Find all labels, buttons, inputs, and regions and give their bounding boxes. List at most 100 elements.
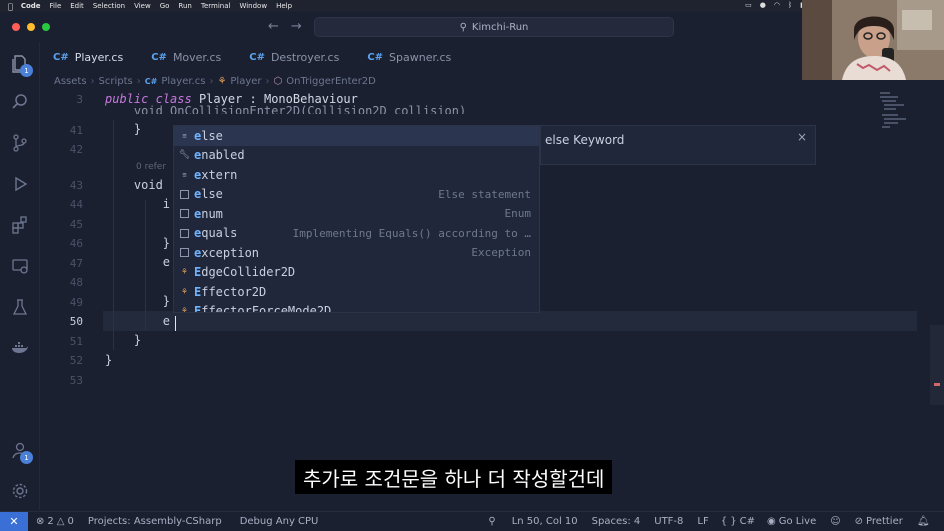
braces-icon: { } [720,516,737,527]
extensions-icon[interactable] [9,214,31,236]
suggest-item[interactable]: ⚘ EffectorForceMode2D [174,302,539,313]
indentation-indicator[interactable]: Spaces: 4 [592,516,641,527]
menu-app[interactable]: Code [21,2,41,10]
snippet-icon [178,227,191,240]
line-number: 44 [69,198,83,211]
tab-spawner[interactable]: C# Spawner.cs [355,44,467,70]
menu-window[interactable]: Window [239,2,267,10]
wrench-icon: 🔧︎ [178,150,191,161]
breadcrumb-item[interactable]: Scripts [99,76,133,87]
menu-view[interactable]: View [134,2,151,10]
gear-icon[interactable] [9,480,31,502]
menu-help[interactable]: Help [276,2,292,10]
suggest-item[interactable]: ≡ else [174,126,539,146]
suggest-item[interactable]: equals Implementing Equals() according t… [174,224,539,244]
codelens-references[interactable]: 0 refer [136,162,166,172]
close-window-button[interactable] [12,23,20,31]
menu-terminal[interactable]: Terminal [201,2,231,10]
tab-mover[interactable]: C# Mover.cs [139,44,237,70]
chevron-right-icon: › [90,75,95,87]
breadcrumb-item[interactable]: Player [230,76,261,87]
zoom-icon[interactable]: ⚲ [488,516,495,527]
language-label: C# [739,516,756,527]
vertical-scrollbar[interactable] [930,325,944,405]
bell-icon[interactable]: 🔔︎ [917,516,930,527]
code-line[interactable]: } [105,122,141,136]
cursor-position[interactable]: Ln 50, Col 10 [512,516,578,527]
prettier-button[interactable]: ⊘ Prettier [855,516,903,527]
suggest-label: Effector2D [194,285,266,299]
forward-arrow-icon[interactable]: → [291,19,302,34]
minimap[interactable] [878,90,918,150]
line-number: 48 [69,276,83,289]
minimap-line [880,92,890,94]
warning-count: 0 [67,516,74,527]
class-icon: ⚘ [217,75,227,87]
suggest-item[interactable]: enum Enum [174,204,539,224]
status-bar: ✕ ⊗ 2 △ 0 Projects: Assembly-CSharp Debu… [0,511,944,531]
encoding-indicator[interactable]: UTF-8 [654,516,683,527]
docker-icon[interactable] [9,337,31,359]
label-rest: quals [201,226,238,241]
label-rest: nabled [201,148,245,163]
minimize-window-button[interactable] [27,23,35,31]
remote-indicator-icon[interactable]: ✕ [0,511,28,531]
label-rest: ffectorForceMode2D [201,304,332,313]
suggest-item[interactable]: else Else statement [174,185,539,205]
screen-icon[interactable]: ▭ [745,1,752,9]
code-line[interactable]: e [105,255,170,269]
breadcrumb-item[interactable]: Assets [54,76,87,87]
chevron-right-icon: › [265,75,270,87]
code-line[interactable]: } [105,333,141,347]
apple-icon[interactable]:  [8,2,13,11]
code-line[interactable]: } [105,353,112,367]
go-live-button[interactable]: ◉ Go Live [767,516,816,527]
search-sidebar-icon[interactable] [9,91,31,113]
line-number: 45 [69,218,83,231]
command-center[interactable]: ⚲ Kimchi-Run [314,17,674,37]
tab-destroyer[interactable]: C# Destroyer.cs [237,44,355,70]
suggest-item[interactable]: ⚘ Effector2D [174,282,539,302]
source-control-icon[interactable] [9,132,31,154]
record-icon[interactable]: ● [760,1,766,9]
testing-icon[interactable] [9,296,31,318]
suggest-item[interactable]: exception Exception [174,243,539,263]
menu-edit[interactable]: Edit [70,2,84,10]
debug-config[interactable]: Debug Any CPU [240,516,319,527]
suggest-item[interactable]: ⚘ EdgeCollider2D [174,263,539,283]
code-line[interactable]: } [105,294,170,308]
menu-selection[interactable]: Selection [93,2,125,10]
tab-player[interactable]: C# Player.cs [41,44,140,70]
remote-explorer-icon[interactable] [9,255,31,277]
suggest-item[interactable]: ≡ extern [174,165,539,185]
close-icon[interactable]: × [797,130,807,144]
window-controls [12,23,50,31]
code-line[interactable]: i [105,197,170,211]
run-debug-icon[interactable] [9,173,31,195]
zoom-window-button[interactable] [42,23,50,31]
menu-go[interactable]: Go [160,2,170,10]
warning-icon: △ [56,516,65,527]
keyword-icon: ≡ [182,131,187,140]
code-line-current[interactable]: e [105,314,170,328]
problems-indicator[interactable]: ⊗ 2 △ 0 [36,516,74,527]
project-indicator[interactable]: Projects: Assembly-CSharp [88,516,222,527]
code-line[interactable]: void [105,178,163,192]
label-rest: xtern [201,167,238,182]
check-double-icon: ⊘ [854,516,864,527]
eol-indicator[interactable]: LF [697,516,708,527]
suggest-item[interactable]: 🔧︎ enabled [174,146,539,166]
line-number: 42 [69,143,83,156]
code-line[interactable]: void OnCollisionEnter2D(Collision2D coll… [105,104,466,114]
copilot-icon[interactable]: ☺ [830,516,840,527]
wifi-icon[interactable]: ◠ [774,1,780,9]
breadcrumb-item[interactable]: OnTriggerEnter2D [286,76,376,87]
menu-run[interactable]: Run [178,2,191,10]
back-arrow-icon[interactable]: ← [268,19,279,34]
menu-file[interactable]: File [50,2,62,10]
code-line[interactable]: } [105,236,170,250]
breadcrumb-item[interactable]: Player.cs [161,76,205,87]
bluetooth-icon[interactable]: ᛒ [788,1,792,9]
language-indicator[interactable]: { } C# [721,516,755,527]
suggest-detail: Exception [471,246,531,260]
